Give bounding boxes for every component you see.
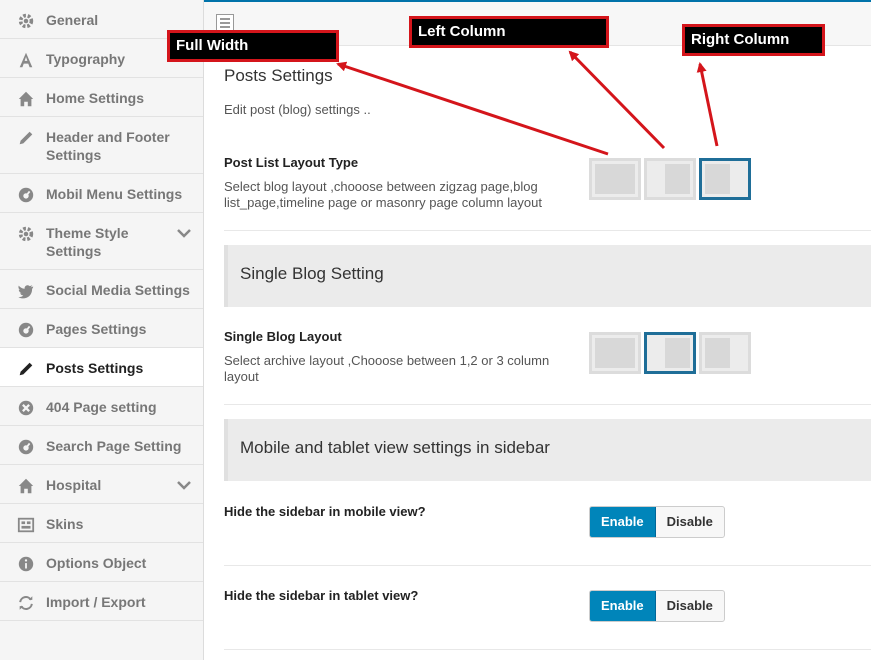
sidebar-item-label: Skins xyxy=(46,516,84,532)
layout-block xyxy=(665,338,690,368)
sidebar-item-label: Import / Export xyxy=(46,594,146,610)
sidebar-item-label: Mobil Menu Settings xyxy=(46,186,183,202)
home-icon xyxy=(16,476,36,496)
hide-mobile-toggle: Enable Disable xyxy=(589,506,725,538)
dashboard-icon xyxy=(16,320,36,340)
divider xyxy=(224,649,871,650)
pencil-icon xyxy=(16,359,36,379)
sidebar-item-options-object[interactable]: Options Object xyxy=(0,543,203,582)
section-band-title: Single Blog Setting xyxy=(240,264,384,283)
desc-line: list_page,timeline page or masonry page … xyxy=(224,195,542,210)
dashboard-icon xyxy=(16,185,36,205)
typography-icon xyxy=(16,50,36,70)
sidebar-item-label: Pages Settings xyxy=(46,321,147,337)
sidebar-item-label: Social Media Settings xyxy=(46,282,190,298)
single-blog-layout-title: Single Blog Layout xyxy=(224,329,342,344)
desc-line: Select blog layout ,chooose between zigz… xyxy=(224,179,538,194)
home-icon xyxy=(16,89,36,109)
annotation-full-width: Full Width xyxy=(167,30,339,62)
sidebar-item-label: General xyxy=(46,12,99,28)
desc-line: layout xyxy=(224,369,259,384)
mobile-tablet-section-header: Mobile and tablet view settings in sideb… xyxy=(224,419,871,481)
layout-block xyxy=(595,164,635,194)
layout-block xyxy=(595,338,635,368)
single-blog-layout-left-column[interactable] xyxy=(644,332,696,374)
sidebar-item-skins[interactable]: Skins xyxy=(0,504,203,543)
disable-button[interactable]: Disable xyxy=(656,591,724,621)
sidebar-item-label: Home Settings xyxy=(46,90,145,106)
divider xyxy=(224,230,871,231)
sidebar-item-label: Posts Settings xyxy=(46,360,144,376)
single-blog-layout-desc: Select archive layout ,Chooose between 1… xyxy=(224,353,564,385)
sidebar-item-theme-style[interactable]: Theme Style Settings xyxy=(0,213,203,270)
hide-tablet-title: Hide the sidebar in tablet view? xyxy=(224,588,419,603)
sidebar-item-import-export[interactable]: Import / Export xyxy=(0,582,203,621)
single-blog-layout-full-width[interactable] xyxy=(589,332,641,374)
options-sidebar: General Typography Home Settings Header … xyxy=(0,0,204,660)
twitter-icon xyxy=(16,281,36,301)
sidebar-item-label: 404 Page setting xyxy=(46,399,157,415)
sidebar-item-label: Hospital xyxy=(46,477,102,493)
divider xyxy=(224,565,871,566)
disable-button[interactable]: Disable xyxy=(656,507,724,537)
annotation-right-column: Right Column xyxy=(682,24,825,56)
chevron-down-icon[interactable] xyxy=(177,477,191,493)
dashboard-icon xyxy=(16,437,36,457)
sidebar-item-pages-settings[interactable]: Pages Settings xyxy=(0,309,203,348)
section-title: Posts Settings xyxy=(224,66,333,85)
sidebar-item-label: Typography xyxy=(46,51,126,67)
section-description: Edit post (blog) settings .. xyxy=(224,102,371,117)
enable-button[interactable]: Enable xyxy=(590,591,656,621)
post-list-layout-full-width[interactable] xyxy=(589,158,641,200)
refresh-icon xyxy=(16,593,36,613)
sidebar-item-label: Theme Style Settings xyxy=(46,225,129,259)
x-circle-icon xyxy=(16,398,36,418)
post-list-layout-desc: Select blog layout ,chooose between zigz… xyxy=(224,179,564,211)
chevron-down-icon[interactable] xyxy=(177,225,191,241)
layout-block xyxy=(705,338,730,368)
gear-icon xyxy=(16,11,36,31)
post-list-layout-left-column[interactable] xyxy=(644,158,696,200)
main-panel: Posts Settings Edit post (blog) settings… xyxy=(204,0,871,660)
sidebar-item-404-page[interactable]: 404 Page setting xyxy=(0,387,203,426)
hide-mobile-title: Hide the sidebar in mobile view? xyxy=(224,504,426,519)
post-list-layout-right-column[interactable] xyxy=(699,158,751,200)
enable-button[interactable]: Enable xyxy=(590,507,656,537)
sidebar-item-hospital[interactable]: Hospital xyxy=(0,465,203,504)
skins-icon xyxy=(16,515,36,535)
single-blog-layout-right-column[interactable] xyxy=(699,332,751,374)
sidebar-item-label: Header and Footer Settings xyxy=(46,129,170,163)
sidebar-item-mobil-menu[interactable]: Mobil Menu Settings xyxy=(0,174,203,213)
pencil-icon xyxy=(16,128,36,148)
layout-block xyxy=(665,164,690,194)
annotation-left-column: Left Column xyxy=(409,16,609,48)
sidebar-item-label: Search Page Setting xyxy=(46,438,182,454)
section-band-title: Mobile and tablet view settings in sideb… xyxy=(240,438,550,457)
single-blog-section-header: Single Blog Setting xyxy=(224,245,871,307)
sidebar-item-label: Options Object xyxy=(46,555,147,571)
sidebar-item-home-settings[interactable]: Home Settings xyxy=(0,78,203,117)
sidebar-item-social-media[interactable]: Social Media Settings xyxy=(0,270,203,309)
sidebar-item-posts-settings[interactable]: Posts Settings xyxy=(0,348,203,387)
info-icon xyxy=(16,554,36,574)
sidebar-item-search-page[interactable]: Search Page Setting xyxy=(0,426,203,465)
sidebar-item-header-footer[interactable]: Header and Footer Settings xyxy=(0,117,203,174)
divider xyxy=(224,404,871,405)
post-list-layout-title: Post List Layout Type xyxy=(224,155,359,170)
desc-line: Select archive layout ,Chooose between 1… xyxy=(224,353,550,368)
layout-block xyxy=(705,164,730,194)
hide-tablet-toggle: Enable Disable xyxy=(589,590,725,622)
gear-icon xyxy=(16,224,36,244)
